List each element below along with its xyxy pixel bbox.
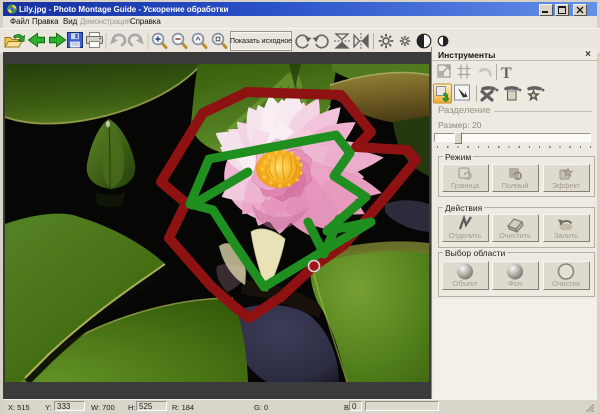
svg-text:T: T xyxy=(501,65,512,82)
svg-text:Показать исходное: Показать исходное xyxy=(230,38,292,45)
